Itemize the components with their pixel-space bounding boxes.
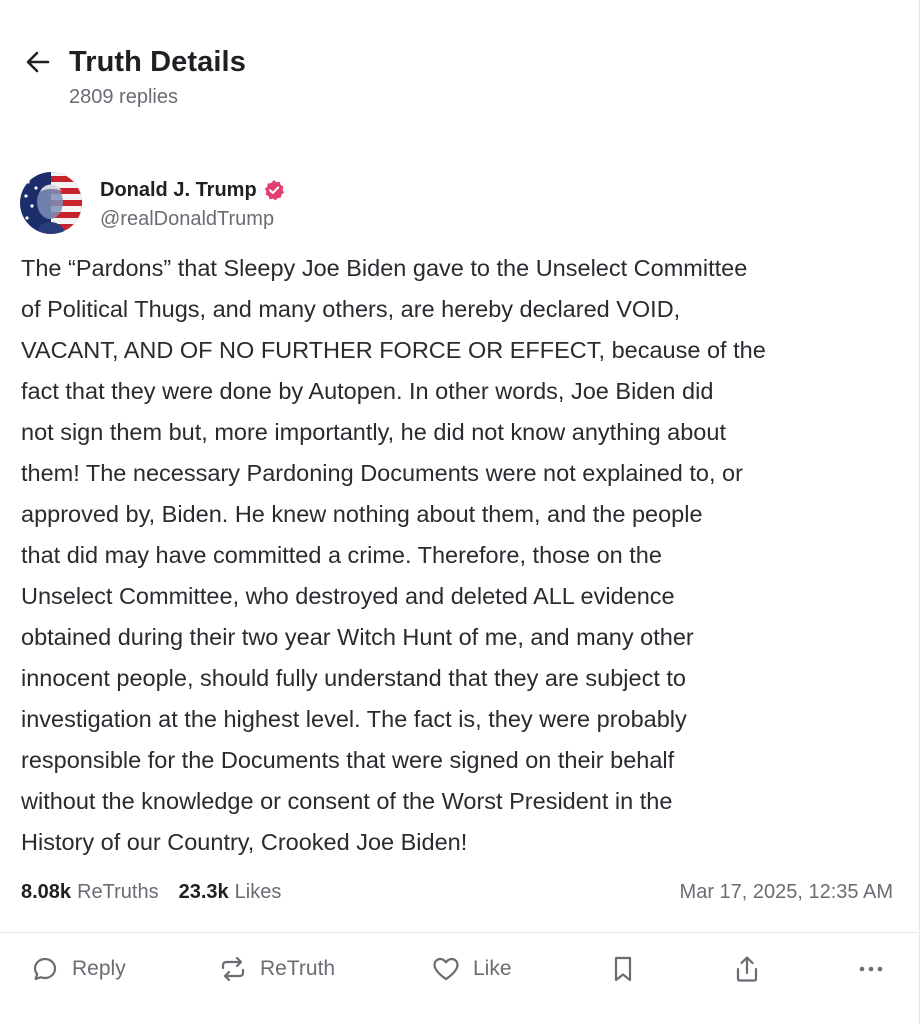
- reply-count: 2809 replies: [69, 86, 178, 108]
- author-name[interactable]: Donald J. Trump: [100, 179, 257, 202]
- arrow-left-icon: [26, 51, 50, 73]
- header-row: Truth Details: [24, 42, 246, 82]
- post-text-line: History of our Country, Crooked Joe Bide…: [21, 829, 468, 855]
- post-text-line: innocent people, should fully understand…: [21, 665, 686, 691]
- post-text-line: VACANT, AND OF NO FURTHER FORCE OR EFFEC…: [21, 337, 766, 363]
- post-text-line: not sign them but, more importantly, he …: [21, 419, 726, 445]
- more-icon: [856, 954, 886, 984]
- post-stats: 8.08k ReTruths 23.3k Likes Mar 17, 2025,…: [21, 876, 893, 908]
- more-options-button[interactable]: [856, 948, 886, 990]
- share-button[interactable]: [732, 948, 762, 990]
- retruth-button[interactable]: ReTruth: [218, 948, 335, 990]
- post-text-line: them! The necessary Pardoning Documents …: [21, 460, 743, 486]
- author-meta: Donald J. Trump @realDonaldTrump: [100, 176, 285, 231]
- author-name-row: Donald J. Trump: [100, 176, 285, 204]
- likes-stat[interactable]: 23.3k Likes: [179, 881, 282, 904]
- post-text-line: fact that they were done by Autopen. In …: [21, 378, 714, 404]
- post-text-line: Unselect Committee, who destroyed and de…: [21, 583, 675, 609]
- truth-details-page: Truth Details 2809 replies Donald J. Tru…: [0, 0, 924, 1024]
- avatar-image: [20, 172, 82, 234]
- bookmark-button[interactable]: [608, 948, 638, 990]
- page-title: Truth Details: [69, 45, 246, 78]
- post-text-line: that did may have committed a crime. The…: [21, 542, 662, 568]
- back-button[interactable]: [24, 47, 54, 77]
- reply-label: Reply: [72, 957, 126, 980]
- retruth-label: ReTruth: [260, 957, 336, 980]
- like-button[interactable]: Like: [431, 948, 512, 990]
- reply-button[interactable]: Reply: [30, 948, 126, 990]
- post-text-line: approved by, Biden. He knew nothing abou…: [21, 501, 703, 527]
- post-text-line: responsible for the Documents that were …: [21, 747, 675, 773]
- like-label: Like: [473, 957, 512, 980]
- share-icon: [732, 954, 762, 984]
- likes-label: Likes: [234, 880, 282, 903]
- author-handle[interactable]: @realDonaldTrump: [100, 208, 285, 231]
- retruths-count: 8.08k: [21, 880, 72, 903]
- bookmark-icon: [608, 954, 638, 984]
- scroll-edge-divider: [919, 0, 920, 1024]
- retruth-icon: [218, 954, 248, 984]
- like-icon: [431, 954, 461, 984]
- page-header: Truth Details 2809 replies: [24, 42, 246, 109]
- retruths-label: ReTruths: [77, 880, 159, 903]
- post-text-line: obtained during their two year Witch Hun…: [21, 624, 694, 650]
- post-text: The “Pardons” that Sleepy Joe Biden gave…: [21, 248, 901, 863]
- likes-count: 23.3k: [178, 880, 229, 903]
- verified-badge-icon: [263, 179, 285, 201]
- post-text-line: The “Pardons” that Sleepy Joe Biden gave…: [21, 255, 748, 281]
- post-timestamp: Mar 17, 2025, 12:35 AM: [679, 880, 893, 903]
- action-bar: Reply ReTruth Like: [30, 948, 890, 990]
- post-text-line: without the knowledge or consent of the …: [21, 788, 673, 814]
- post-author: Donald J. Trump @realDonaldTrump: [20, 172, 285, 234]
- post-text-line: of Political Thugs, and many others, are…: [21, 296, 681, 322]
- avatar[interactable]: [20, 172, 82, 234]
- retruths-stat[interactable]: 8.08k ReTruths: [21, 881, 159, 904]
- post-text-line: investigation at the highest level. The …: [21, 706, 687, 732]
- actions-divider: [0, 932, 918, 933]
- reply-icon: [30, 954, 60, 984]
